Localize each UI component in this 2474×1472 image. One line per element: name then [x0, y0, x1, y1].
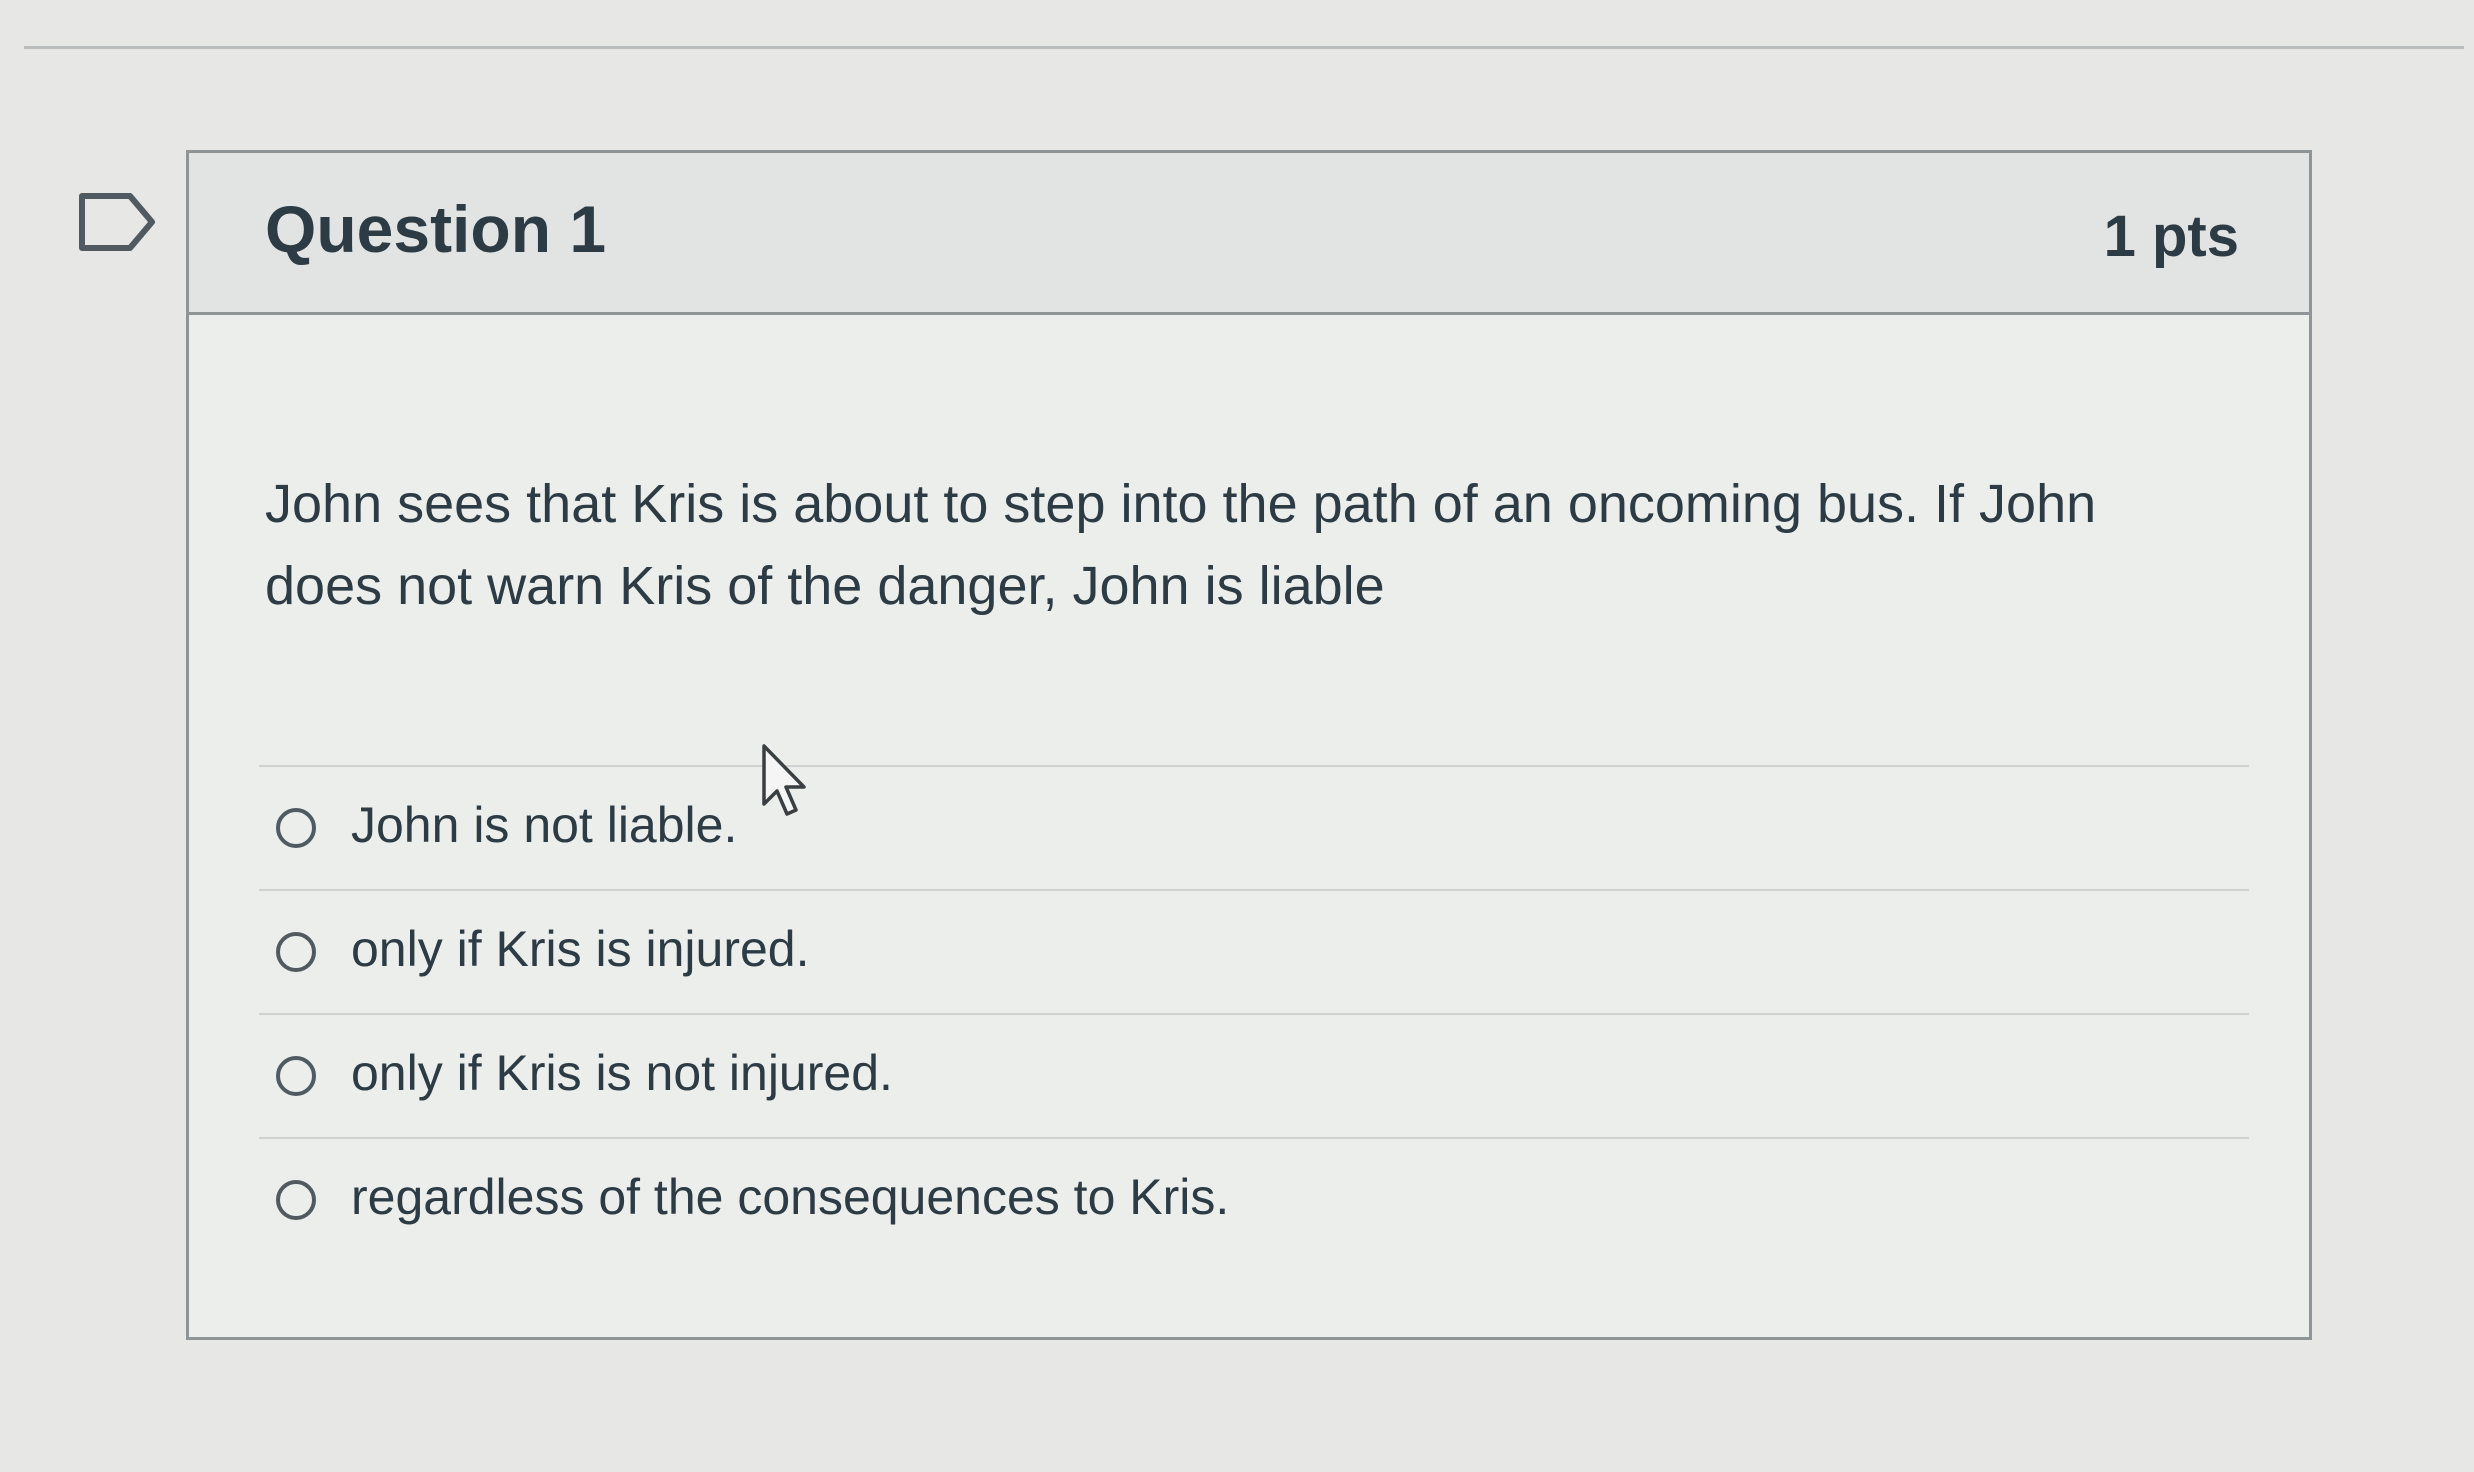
answer-option-4[interactable]: regardless of the consequences to Kris. — [259, 1139, 2249, 1263]
answer-label[interactable]: John is not liable. — [351, 796, 737, 854]
answer-option-1[interactable]: John is not liable. — [259, 767, 2249, 891]
answer-label[interactable]: only if Kris is not injured. — [351, 1044, 893, 1102]
mouse-pointer-icon — [762, 744, 806, 816]
question-header: Question 1 1 pts — [189, 153, 2309, 315]
answer-list: John is not liable. only if Kris is inju… — [259, 765, 2249, 1263]
radio-button[interactable] — [276, 932, 316, 972]
radio-button[interactable] — [276, 1056, 316, 1096]
radio-button[interactable] — [276, 808, 316, 848]
radio-button[interactable] — [276, 1180, 316, 1220]
answer-option-3[interactable]: only if Kris is not injured. — [259, 1015, 2249, 1139]
answer-label[interactable]: only if Kris is injured. — [351, 920, 810, 978]
answer-label[interactable]: regardless of the consequences to Kris. — [351, 1168, 1229, 1226]
top-divider — [24, 46, 2464, 49]
question-points: 1 pts — [2103, 204, 2239, 269]
question-title: Question 1 — [265, 192, 607, 266]
flag-outline-icon[interactable] — [78, 192, 158, 252]
question-card: Question 1 1 pts John sees that Kris is … — [186, 150, 2312, 1340]
question-text: John sees that Kris is about to step int… — [265, 474, 2097, 616]
answer-option-2[interactable]: only if Kris is injured. — [259, 891, 2249, 1015]
